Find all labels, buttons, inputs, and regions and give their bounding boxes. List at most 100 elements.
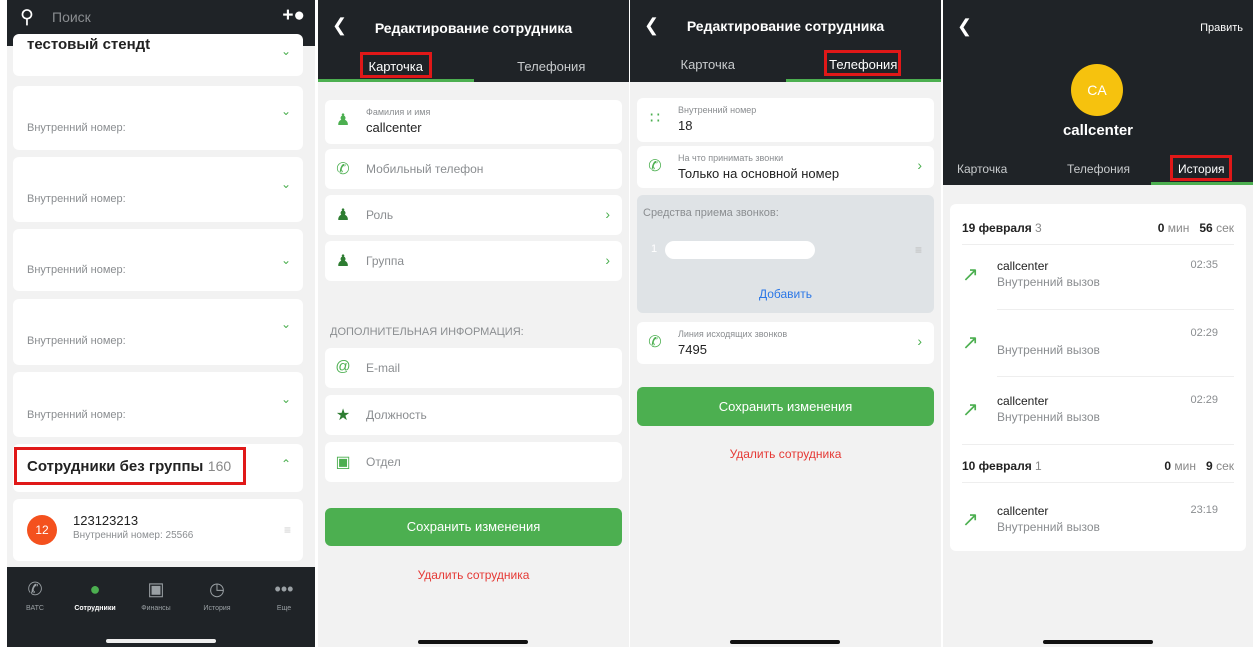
- tab-employees[interactable]: ● Сотрудники: [70, 579, 120, 612]
- call-means-block: Средства приема звонков: 1 ≡ Добавить: [637, 195, 934, 313]
- divider: [962, 244, 1234, 245]
- day-count: 3: [1035, 221, 1042, 235]
- email-field[interactable]: @ E-mail: [325, 348, 622, 388]
- chevron-right-icon[interactable]: ›: [917, 157, 922, 173]
- field-label: На что принимать звонки: [678, 153, 784, 163]
- list-item[interactable]: Внутренний номер: ⌄: [13, 299, 303, 365]
- call-row[interactable]: ↗ callcenter Внутренний вызов 02:29: [950, 389, 1246, 451]
- call-row[interactable]: ↗ Внутренний вызов 02:29: [950, 322, 1246, 384]
- call-time: 02:35: [1190, 259, 1218, 271]
- field-placeholder: Мобильный телефон: [366, 162, 484, 176]
- highlight-box: [1170, 155, 1232, 181]
- employees-screen: ⚲ Поиск +● тестовый стендt ⌄ Внутренний …: [7, 0, 315, 647]
- edit-employee-telephony-screen: ❮ Редактирование сотрудника Карточка Тел…: [630, 0, 941, 647]
- field-value: Только на основной номер: [678, 166, 840, 181]
- save-button[interactable]: Сохранить изменения: [637, 387, 934, 426]
- drag-handle-icon[interactable]: ≡: [915, 243, 922, 257]
- wallet-icon: ▣: [147, 579, 165, 599]
- list-item[interactable]: Внутренний номер: ⌄: [13, 229, 303, 291]
- employee-history-screen: ❮ Править CA callcenter Карточка Телефон…: [943, 0, 1253, 647]
- field-label: Внутренний номер: [678, 105, 757, 115]
- tab-history[interactable]: ◷ История: [192, 579, 242, 612]
- tab-label: Сотрудники: [74, 605, 116, 612]
- employee-name: 123123213: [73, 513, 139, 528]
- outgoing-arrow-icon: ↗: [962, 509, 979, 531]
- field-placeholder: E-mail: [366, 361, 401, 375]
- call-name: callcenter: [997, 259, 1049, 273]
- tab-card[interactable]: Карточка: [957, 162, 1007, 176]
- outgoing-line-field[interactable]: ✆ Линия исходящих звонков 7495 ›: [637, 322, 934, 364]
- tab-label: Финансы: [141, 605, 171, 612]
- call-row[interactable]: ↗ callcenter Внутренний вызов 02:35: [950, 254, 1246, 316]
- phone-icon: ✆: [336, 161, 350, 178]
- chevron-right-icon[interactable]: ›: [605, 206, 610, 222]
- duration-sec-unit: сек: [1216, 221, 1234, 235]
- tab-telephony[interactable]: Телефония: [1067, 162, 1130, 176]
- list-item[interactable]: Внутренний номер: ⌄: [13, 86, 303, 150]
- user-icon: ●: [89, 579, 101, 599]
- chevron-right-icon[interactable]: ›: [605, 252, 610, 268]
- group-card[interactable]: тестовый стендt ⌄: [13, 34, 303, 76]
- edit-employee-card-screen: ❮ Редактирование сотрудника Карточка Тел…: [318, 0, 629, 647]
- group-field[interactable]: ♟ Группа ›: [325, 241, 622, 281]
- name-field[interactable]: ♟ Фамилия и имя callcenter: [325, 100, 622, 144]
- tab-more[interactable]: ••• Еще: [259, 579, 309, 612]
- tab-label: Еще: [276, 605, 292, 612]
- chevron-down-icon[interactable]: ⌄: [281, 177, 291, 191]
- field-value: 7495: [678, 342, 707, 357]
- chevron-right-icon[interactable]: ›: [917, 333, 922, 349]
- duration-min: 0: [1157, 221, 1165, 235]
- delete-employee-link[interactable]: Удалить сотрудника: [630, 447, 941, 461]
- internal-number-label: Внутренний номер:: [27, 335, 126, 347]
- chevron-down-icon[interactable]: ⌄: [281, 392, 291, 406]
- divider: [962, 444, 1234, 445]
- delete-employee-link[interactable]: Удалить сотрудника: [318, 568, 629, 582]
- means-input[interactable]: [665, 241, 815, 259]
- field-placeholder: Отдел: [366, 455, 401, 469]
- tab-indicator: [1151, 182, 1253, 185]
- list-item[interactable]: Внутренний номер: ⌄: [13, 372, 303, 437]
- department-field[interactable]: ▣ Отдел: [325, 442, 622, 482]
- chevron-up-icon[interactable]: ⌃: [281, 457, 291, 471]
- outgoing-call-icon: ✆: [648, 334, 662, 351]
- tab-indicator: [785, 79, 941, 82]
- chevron-down-icon[interactable]: ⌄: [281, 104, 291, 118]
- chevron-down-icon[interactable]: ⌄: [281, 317, 291, 331]
- duration-sec: 56: [1199, 221, 1213, 235]
- edit-button[interactable]: Править: [1200, 22, 1243, 34]
- search-icon[interactable]: ⚲: [20, 6, 34, 29]
- position-field[interactable]: ★ Должность: [325, 395, 622, 435]
- internal-number-label: Внутренний номер:: [27, 409, 126, 421]
- tab-card[interactable]: Карточка: [630, 57, 786, 72]
- role-field[interactable]: ♟ Роль ›: [325, 195, 622, 235]
- more-icon: •••: [274, 579, 294, 599]
- call-row[interactable]: ↗ callcenter Внутренний вызов 23:19: [950, 499, 1246, 561]
- tab-finance[interactable]: ▣ Финансы: [131, 579, 181, 612]
- field-label: Группа: [366, 254, 405, 268]
- drag-handle-icon[interactable]: ≡: [284, 523, 291, 537]
- day-duration: 0 мин 56 сек: [1158, 221, 1234, 235]
- search-input[interactable]: Поиск: [52, 9, 91, 25]
- chevron-down-icon[interactable]: ⌄: [281, 44, 291, 58]
- add-user-icon[interactable]: +●: [282, 5, 305, 27]
- duration-min: 0: [1164, 459, 1172, 473]
- person-icon: ♟: [335, 112, 351, 129]
- chevron-down-icon[interactable]: ⌄: [281, 253, 291, 267]
- tab-vats[interactable]: ✆ ВАТС: [10, 579, 60, 612]
- back-icon[interactable]: ❮: [957, 16, 972, 37]
- extension-field[interactable]: ∷ Внутренний номер 18: [637, 98, 934, 142]
- accept-calls-field[interactable]: ✆ На что принимать звонки Только на осно…: [637, 146, 934, 188]
- avatar: CA: [1071, 64, 1123, 116]
- list-item[interactable]: Внутренний номер: ⌄: [13, 157, 303, 222]
- field-label: Линия исходящих звонков: [678, 329, 788, 339]
- call-time: 02:29: [1190, 327, 1218, 339]
- save-button[interactable]: Сохранить изменения: [325, 508, 622, 546]
- duration-sec: 9: [1206, 459, 1213, 473]
- internal-number-label: Внутренний номер:: [27, 193, 126, 205]
- call-type: Внутренний вызов: [997, 343, 1100, 357]
- employee-row[interactable]: 12 123123213 Внутренний номер: 25566 ≡: [13, 499, 303, 561]
- role-icon: ♟: [335, 207, 351, 224]
- tab-telephony[interactable]: Телефония: [474, 59, 630, 74]
- add-link[interactable]: Добавить: [637, 287, 934, 301]
- mobile-field[interactable]: ✆ Мобильный телефон: [325, 149, 622, 189]
